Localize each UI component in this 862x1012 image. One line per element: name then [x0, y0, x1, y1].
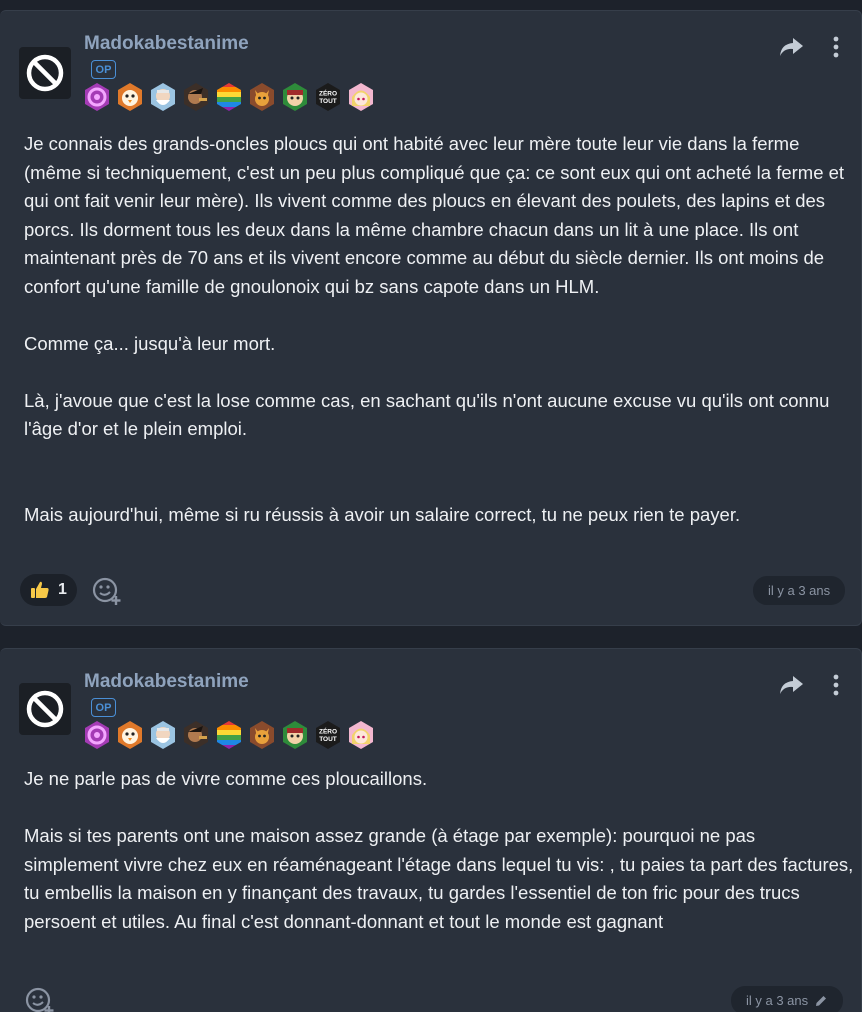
fox-badge[interactable]: [247, 82, 277, 112]
elder-badge[interactable]: [148, 82, 178, 112]
add-reaction-icon[interactable]: [24, 986, 56, 1012]
fox-badge[interactable]: [247, 720, 277, 750]
timestamp: il y a 3 ans: [753, 576, 846, 605]
swirl-badge[interactable]: [82, 720, 112, 750]
zero-tout-badge[interactable]: ZÉRO TOUT: [313, 720, 343, 750]
goblin-badge[interactable]: [280, 720, 310, 750]
avatar[interactable]: [19, 47, 71, 99]
avatar[interactable]: [19, 683, 71, 735]
chick-badge[interactable]: [115, 720, 145, 750]
post-body: Je connais des grands-oncles ploucs qui …: [24, 130, 854, 529]
share-icon[interactable]: [778, 35, 804, 59]
paragraph: Mais si tes parents ont une maison assez…: [24, 825, 854, 932]
post-body: Je ne parle pas de vivre comme ces plouc…: [24, 765, 854, 936]
paragraph: Comme ça... jusqu'à leur mort.: [24, 332, 276, 354]
rainbow-badge[interactable]: [214, 82, 244, 112]
paragraph: Là, j'avoue que c'est la lose comme cas,…: [24, 389, 830, 440]
more-options-icon[interactable]: [826, 35, 846, 61]
svg-text:ZÉRO: ZÉRO: [319, 89, 337, 98]
timestamp-text: il y a 3 ans: [768, 583, 831, 598]
anime-girl-badge[interactable]: [346, 82, 376, 112]
username[interactable]: Madokabestanime: [84, 33, 249, 55]
warrior-badge[interactable]: [181, 720, 211, 750]
add-reaction-icon[interactable]: [91, 576, 123, 606]
svg-text:TOUT: TOUT: [319, 736, 337, 743]
zero-tout-badge[interactable]: ZÉRO TOUT: [313, 82, 343, 112]
paragraph: Je connais des grands-oncles ploucs qui …: [24, 133, 845, 297]
elder-badge[interactable]: [148, 720, 178, 750]
anime-girl-badge[interactable]: [346, 720, 376, 750]
edited-pencil-icon: [816, 995, 827, 1006]
chick-badge[interactable]: [115, 82, 145, 112]
no-entry-icon: [26, 690, 64, 728]
svg-text:ZÉRO: ZÉRO: [319, 727, 337, 736]
timestamp-text: il y a 3 ans: [746, 993, 809, 1008]
like-button[interactable]: 1: [20, 574, 77, 606]
rainbow-badge[interactable]: [214, 720, 244, 750]
goblin-badge[interactable]: [280, 82, 310, 112]
op-badge: OP: [91, 698, 116, 717]
paragraph: Je ne parle pas de vivre comme ces plouc…: [24, 768, 428, 789]
badge-list: ZÉRO TOUT: [82, 720, 376, 750]
svg-text:TOUT: TOUT: [319, 98, 337, 105]
paragraph: Mais aujourd'hui, même si ru réussis à a…: [24, 503, 741, 525]
like-count: 1: [58, 581, 67, 598]
more-options-icon[interactable]: [826, 673, 846, 699]
warrior-badge[interactable]: [181, 82, 211, 112]
op-badge: OP: [91, 60, 116, 79]
post-card: Madokabestanime OP ZÉRO TOUT: [0, 10, 862, 626]
share-icon[interactable]: [778, 673, 804, 697]
badge-list: ZÉRO TOUT: [82, 82, 376, 112]
thumbs-up-icon: [31, 581, 49, 598]
timestamp: il y a 3 ans: [731, 986, 844, 1012]
username[interactable]: Madokabestanime: [84, 671, 249, 693]
no-entry-icon: [26, 54, 64, 92]
post-card: Madokabestanime OP ZÉRO TOUT: [0, 648, 862, 1012]
swirl-badge[interactable]: [82, 82, 112, 112]
